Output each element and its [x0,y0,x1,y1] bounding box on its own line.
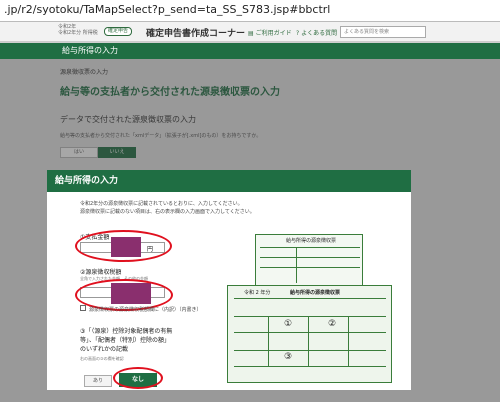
era-line2: 令和2年分 所得税 [58,30,98,36]
modal-intro-2: 源泉徴収票に記載のない項目は、右の表示欄の入力画面で入力してください。 [80,209,255,215]
spouse-note-hint: 右の画面の③の欄を確認 [80,356,124,361]
step-title-bar: 給与所得の入力 [0,43,500,59]
withholding-slip-preview-large: 令和 2 年分 給与所得の源泉徴収票 ① ② ③ [227,285,392,383]
url-text[interactable]: .jp/r2/syotoku/TaMapSelect?p_send=ta_SS_… [4,3,330,16]
modal-title: 給与所得の入力 [47,170,411,192]
slip-rule [234,332,386,333]
help-guide-link[interactable]: ▤ ご利用ガイド [248,28,292,37]
highlight-circle-none [113,367,163,389]
step-title: 給与所得の入力 [62,46,118,55]
browser-address-bar[interactable]: .jp/r2/syotoku/TaMapSelect?p_send=ta_SS_… [0,0,500,22]
spouse-note-line2: 等」、「配偶者（特別）控除の額」 [80,337,171,344]
slip-rule [234,350,386,351]
highlight-circle-payment [75,230,172,262]
faq-link[interactable]: ? よくある質問 [296,28,337,37]
faq-search-input[interactable]: よくある質問を検索 [340,26,426,38]
slip-title-large: 給与所得の源泉徴収票 [290,290,341,296]
question-icon: ? [296,30,300,37]
slip-year: 令和 2 年分 [244,290,271,296]
slip-rule [296,247,297,283]
marker-one: ① [284,319,293,329]
slip-rule [260,247,360,248]
withholding-slip-preview-small: 給与所得の源泉徴収票 [255,234,363,286]
book-icon: ▤ [248,30,254,37]
faq-label: よくある質問 [301,30,338,37]
slip-rule [348,316,349,366]
marker-two: ② [328,319,337,329]
marker-three: ③ [284,352,293,362]
slip-rule [268,316,269,366]
spouse-note-line3: のいずれかの記載 [80,346,129,353]
salary-input-modal: 給与所得の入力 令和2年分の源泉徴収票に記載されているとおりに、入力してください… [47,170,411,390]
slip-rule [234,298,386,299]
modal-intro-1: 令和2年分の源泉徴収票に記載されているとおりに、入力してください。 [80,201,243,207]
search-placeholder: よくある質問を検索 [344,29,390,35]
slip-rule [260,257,360,258]
slip-rule [234,316,386,317]
slip-rule [308,316,309,366]
slip-rule [260,267,360,268]
slip-rule [234,366,386,367]
breakdown-checkbox[interactable] [80,305,86,311]
mode-badge: 確定申告 [104,27,133,36]
help-guide-label: ご利用ガイド [255,30,292,37]
spouse-note-line1: ③「（源泉）控除対象配偶者の有無 [80,328,173,335]
spouse-yes-button[interactable]: あり [84,375,112,387]
breakdown-checkbox-label: 源泉徴収票の源泉徴収税額欄に（内訳）（内書き） [89,307,202,313]
slip-title-small: 給与所得の源泉徴収票 [286,238,337,244]
withholding-tax-label: ②源泉徴収税額 [80,269,122,276]
era-label: 令和2年 令和2年分 所得税 [58,24,98,36]
site-header: 令和2年 令和2年分 所得税 確定申告 確定申告書作成コーナー ▤ ご利用ガイド… [0,22,500,42]
app-title: 確定申告書作成コーナー [146,29,246,39]
